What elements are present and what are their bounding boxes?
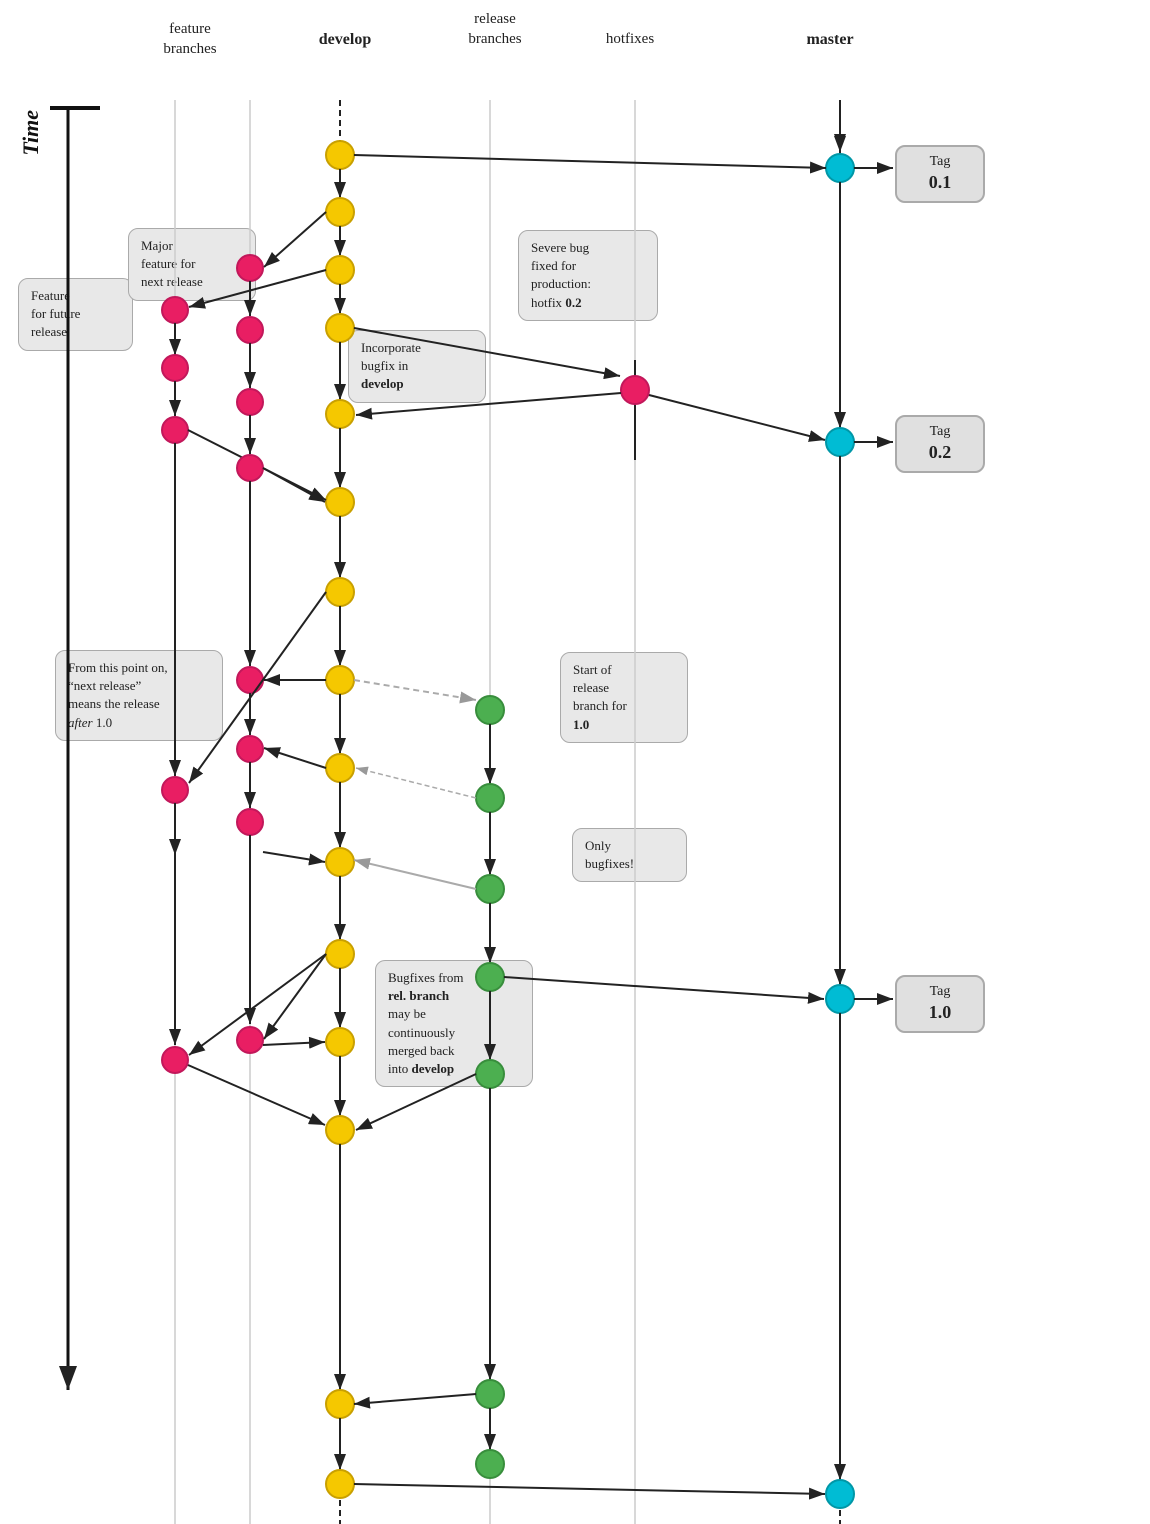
diagram-svg: [0, 0, 1150, 1524]
develop-node-2: [326, 198, 354, 226]
feature2-node-8: [237, 1027, 263, 1053]
feature1-node-2: [162, 355, 188, 381]
feature2-node-2: [237, 317, 263, 343]
develop-node-14: [326, 1390, 354, 1418]
develop-node-11: [326, 940, 354, 968]
diagram-canvas: featurebranches develop releasebranches …: [0, 0, 1150, 1524]
develop-node-8: [326, 666, 354, 694]
feature2-node-3: [237, 389, 263, 415]
develop-node-10: [326, 848, 354, 876]
feature2-node-4: [237, 455, 263, 481]
develop-node-1: [326, 141, 354, 169]
feature2-node-1: [237, 255, 263, 281]
hotfix-node-1: [621, 376, 649, 404]
feature1-node-4: [162, 777, 188, 803]
feature2-node-7: [237, 809, 263, 835]
develop-node-15: [326, 1470, 354, 1498]
master-node-4: [826, 1480, 854, 1508]
develop-node-5: [326, 400, 354, 428]
develop-node-3: [326, 256, 354, 284]
release-node-5: [476, 1060, 504, 1088]
release-node-1: [476, 696, 504, 724]
release-node-6: [476, 1380, 504, 1408]
develop-node-4: [326, 314, 354, 342]
release-node-4: [476, 963, 504, 991]
master-node-1: [826, 154, 854, 182]
release-node-3: [476, 875, 504, 903]
master-node-2: [826, 428, 854, 456]
release-node-2: [476, 784, 504, 812]
feature1-node-1: [162, 297, 188, 323]
release-node-7: [476, 1450, 504, 1478]
feature1-node-3: [162, 417, 188, 443]
feature2-node-5: [237, 667, 263, 693]
master-node-3: [826, 985, 854, 1013]
develop-node-6: [326, 488, 354, 516]
develop-node-7: [326, 578, 354, 606]
feature2-node-6: [237, 736, 263, 762]
develop-node-9: [326, 754, 354, 782]
develop-node-12: [326, 1028, 354, 1056]
feature1-node-5: [162, 1047, 188, 1073]
develop-node-13: [326, 1116, 354, 1144]
